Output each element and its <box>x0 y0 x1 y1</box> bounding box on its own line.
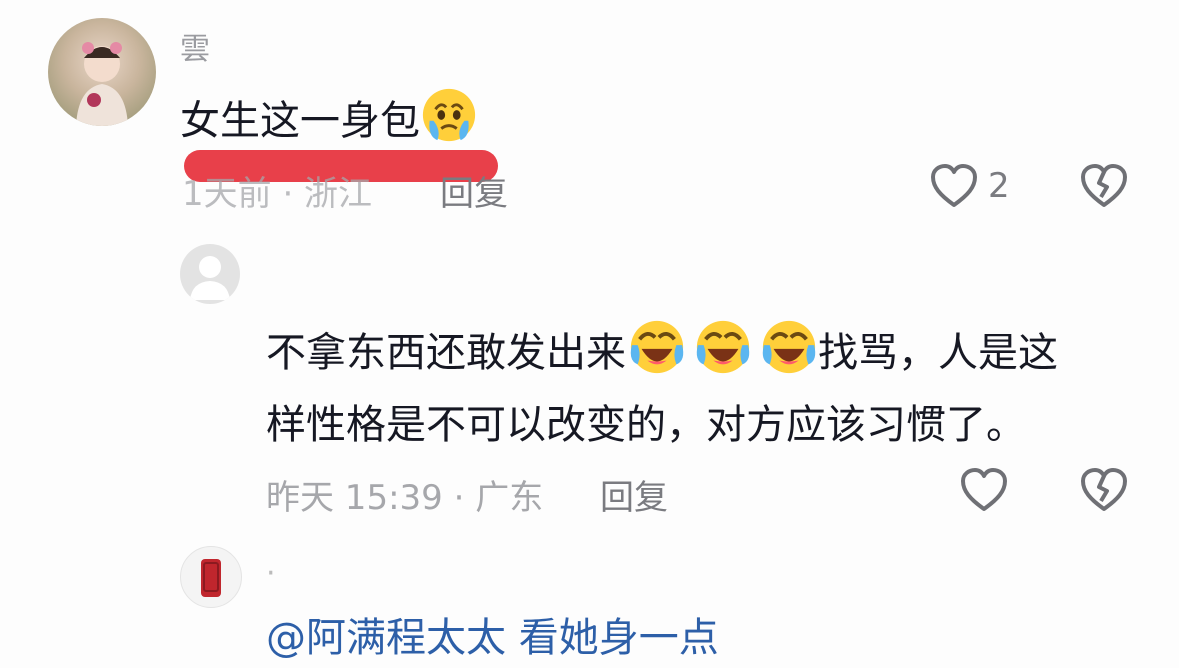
broken-heart-icon <box>1081 468 1127 511</box>
laughing-crying-emoji <box>762 320 816 374</box>
avatar[interactable] <box>180 546 242 608</box>
reply-text-content: @阿满程太太 看她身一点 <box>266 615 719 661</box>
username[interactable]: 雲 <box>180 24 210 68</box>
comment-text: 女生这一身包 <box>180 86 478 151</box>
reply-text-tail: 找骂，人是这 <box>818 330 1058 376</box>
broken-heart-icon <box>1081 164 1127 207</box>
reply-text-partial: @阿满程太太 看她身一点 <box>266 608 719 668</box>
bag-avatar-image <box>201 559 221 597</box>
reply-text-line: 样性格是不可以改变的，对方应该习惯了。 <box>266 402 1026 448</box>
heart-icon <box>961 468 1007 511</box>
heart-icon <box>931 164 977 207</box>
reply-text-line: 不拿东西还敢发出来 找骂，人是这 <box>266 318 1146 383</box>
reply-text: 不拿东西还敢发出来 找骂，人是这 样性格是不可以改变的，对方应该习惯了。 <box>266 318 1146 455</box>
like-button[interactable] <box>960 467 1008 517</box>
avatar[interactable] <box>180 244 240 304</box>
like-button[interactable]: 2 <box>930 163 1010 209</box>
reply-button[interactable]: 回复 <box>440 166 508 215</box>
like-count: 2 <box>988 166 1010 206</box>
avatar-photo <box>76 42 128 126</box>
default-avatar-icon <box>190 256 230 300</box>
laughing-crying-emoji <box>696 320 750 374</box>
laughing-crying-emoji <box>630 320 684 374</box>
reply-button[interactable]: 回复 <box>600 470 668 519</box>
avatar[interactable] <box>48 18 156 126</box>
dislike-button[interactable] <box>1080 467 1128 517</box>
reply-text-content: 不拿东西还敢发出来 <box>266 330 626 376</box>
dislike-button[interactable] <box>1080 163 1128 213</box>
crying-emoji <box>422 88 476 142</box>
reply-meta: 昨天 15:39 · 广东 <box>266 478 544 518</box>
comment-text-content: 女生这一身包 <box>180 98 420 144</box>
comment-meta: 1天前 · 浙江 <box>182 174 373 214</box>
username[interactable]: · <box>266 556 276 591</box>
